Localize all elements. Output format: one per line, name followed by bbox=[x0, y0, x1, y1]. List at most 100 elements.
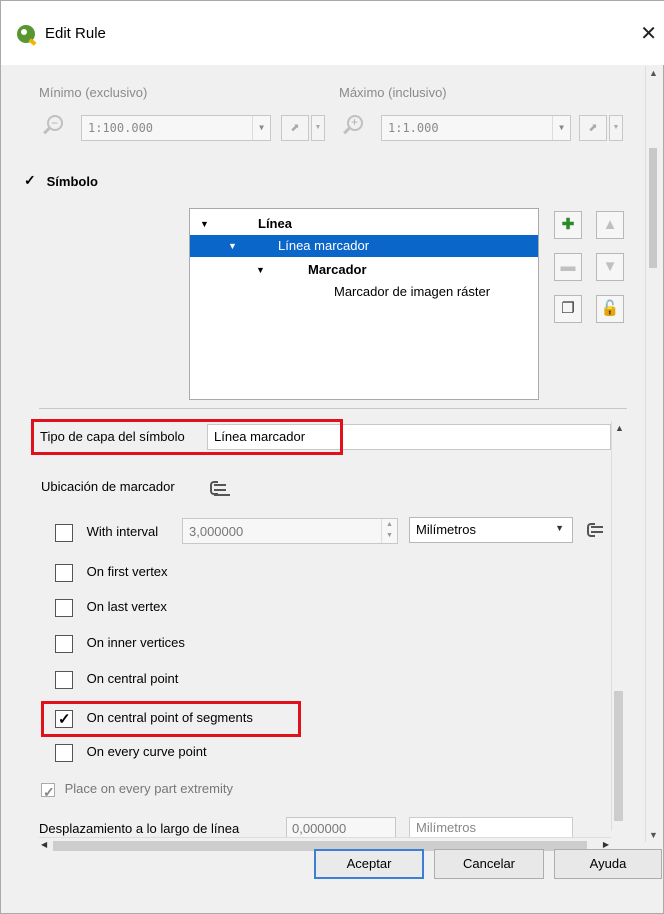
qgis-logo-icon bbox=[17, 25, 35, 43]
scroll-down-icon[interactable]: ▼ bbox=[649, 830, 658, 840]
properties-scrollbar[interactable]: ▲ bbox=[611, 421, 625, 831]
with-interval-option[interactable]: With interval bbox=[55, 521, 158, 543]
place-every-part-option[interactable]: Place on every part extremity bbox=[41, 778, 233, 803]
option-label: On last vertex bbox=[86, 599, 167, 614]
interval-unit-combo[interactable]: Milímetros ▼ bbox=[409, 517, 573, 543]
splitter[interactable] bbox=[39, 408, 627, 409]
max-scale-label: Máximo (inclusivo) bbox=[339, 85, 447, 100]
on-first-vertex-checkbox[interactable] bbox=[55, 563, 73, 582]
on-inner-vertices-checkbox[interactable] bbox=[55, 634, 73, 653]
tree-item-linea-marcador[interactable]: ▼ Línea marcador bbox=[190, 235, 538, 257]
option-label: On inner vertices bbox=[86, 635, 185, 650]
dialog-vertical-scrollbar[interactable]: ▲ ▼ bbox=[645, 66, 660, 842]
offset-label: Desplazamiento a lo largo de línea bbox=[39, 821, 240, 836]
offset-value: 0,000000 bbox=[292, 821, 347, 836]
on-every-curve-point-checkbox[interactable] bbox=[55, 743, 73, 762]
arrow-down-icon: ▼ bbox=[602, 258, 618, 275]
offset-unit-value: Milímetros bbox=[416, 820, 476, 835]
min-scale-combo[interactable]: 1:100.000 ▼ bbox=[81, 115, 271, 141]
tree-item-label: Marcador de imagen ráster bbox=[334, 284, 491, 299]
title-bar: Edit Rule ✕ bbox=[1, 1, 664, 65]
add-layer-button[interactable]: ✚ bbox=[554, 211, 582, 239]
scroll-up-icon[interactable]: ▲ bbox=[649, 68, 658, 78]
on-central-point-option[interactable]: On central point bbox=[55, 668, 178, 690]
help-button[interactable]: Ayuda bbox=[554, 849, 662, 879]
with-interval-label: With interval bbox=[86, 524, 159, 539]
remove-icon: ▬ bbox=[560, 258, 576, 275]
symbol-checkbox-row[interactable]: Símbolo bbox=[23, 172, 98, 193]
duplicate-layer-button[interactable]: ❐ bbox=[554, 295, 582, 323]
expand-icon[interactable]: ▼ bbox=[256, 259, 265, 281]
on-last-vertex-checkbox[interactable] bbox=[55, 598, 73, 617]
interval-input[interactable]: 3,000000 ▲ ▼ bbox=[182, 518, 398, 544]
close-icon[interactable]: ✕ bbox=[640, 21, 657, 46]
on-every-curve-point-option[interactable]: On every curve point bbox=[55, 741, 207, 763]
tree-item-label: Línea marcador bbox=[278, 238, 370, 253]
max-scale-combo[interactable]: 1:1.000 ▼ bbox=[381, 115, 571, 141]
min-scale-value: 1:100.000 bbox=[88, 121, 154, 135]
chevron-down-icon[interactable]: ▼ bbox=[252, 116, 270, 140]
chevron-down-icon: ▼ bbox=[314, 124, 322, 131]
place-every-part-checkbox[interactable] bbox=[41, 781, 55, 803]
remove-layer-button[interactable]: ▬ bbox=[554, 253, 582, 281]
zoom-in-icon[interactable]: + bbox=[341, 113, 365, 139]
min-scale-menu-button[interactable]: ▼ bbox=[311, 115, 325, 141]
symbol-label: Símbolo bbox=[46, 174, 98, 190]
move-down-button[interactable]: ▼ bbox=[596, 253, 624, 281]
place-every-part-label: Place on every part extremity bbox=[64, 781, 233, 796]
symbol-checkbox[interactable] bbox=[23, 172, 37, 189]
option-label: On every curve point bbox=[86, 744, 207, 759]
min-scale-map-canvas-button[interactable]: ⬈ bbox=[281, 115, 309, 141]
add-icon: ✚ bbox=[561, 216, 575, 233]
edit-rule-dialog: Edit Rule ✕ ▲ ▼ Mínimo (exclusivo) Máxim… bbox=[0, 0, 664, 914]
scroll-right-icon[interactable]: ▶ bbox=[603, 840, 609, 849]
offset-input[interactable]: 0,000000 bbox=[286, 817, 396, 839]
move-up-button[interactable]: ▲ bbox=[596, 211, 624, 239]
data-defined-override-icon[interactable] bbox=[208, 479, 230, 497]
chevron-down-icon[interactable]: ▼ bbox=[552, 116, 570, 140]
expand-icon[interactable]: ▼ bbox=[200, 213, 209, 235]
tree-item-label: Marcador bbox=[308, 262, 367, 277]
ok-button[interactable]: Aceptar bbox=[314, 849, 424, 879]
on-central-point-checkbox[interactable] bbox=[55, 670, 73, 689]
cancel-button[interactable]: Cancelar bbox=[434, 849, 544, 879]
lock-icon: 🔓 bbox=[600, 300, 620, 317]
max-scale-menu-button[interactable]: ▼ bbox=[609, 115, 623, 141]
tree-item-linea[interactable]: ▼ Línea bbox=[190, 213, 538, 235]
tree-item-marcador[interactable]: ▼ Marcador bbox=[190, 259, 538, 281]
chevron-down-icon: ▼ bbox=[612, 124, 620, 131]
on-first-vertex-option[interactable]: On first vertex bbox=[55, 561, 168, 583]
expand-icon[interactable]: ▼ bbox=[228, 235, 237, 257]
spinner-icon[interactable]: ▲ ▼ bbox=[381, 519, 397, 543]
on-inner-vertices-option[interactable]: On inner vertices bbox=[55, 632, 185, 654]
max-scale-map-canvas-button[interactable]: ⬈ bbox=[579, 115, 607, 141]
min-scale-label: Mínimo (exclusivo) bbox=[39, 85, 148, 100]
cursor-icon: ⬈ bbox=[290, 122, 300, 134]
offset-unit-combo[interactable]: Milímetros bbox=[409, 817, 573, 839]
zoom-out-icon[interactable]: − bbox=[41, 113, 65, 139]
scrollbar-thumb[interactable] bbox=[614, 691, 623, 821]
highlight-box-central-segments bbox=[41, 701, 301, 737]
duplicate-icon: ❐ bbox=[561, 300, 575, 317]
symbol-layer-tree[interactable]: ▼ Línea ▼ Línea marcador ▼ Marcador Marc… bbox=[189, 208, 539, 400]
scroll-left-icon[interactable]: ◀ bbox=[41, 840, 47, 849]
arrow-up-icon: ▲ bbox=[602, 216, 618, 233]
cursor-icon: ⬈ bbox=[588, 122, 598, 134]
data-defined-override-icon[interactable] bbox=[585, 521, 607, 539]
scroll-up-icon[interactable]: ▲ bbox=[615, 423, 624, 433]
chevron-down-icon: ▼ bbox=[555, 523, 564, 533]
tree-item-marcador-imagen-raster[interactable]: Marcador de imagen ráster bbox=[190, 281, 538, 303]
option-label: On central point bbox=[86, 671, 179, 686]
on-last-vertex-option[interactable]: On last vertex bbox=[55, 596, 167, 618]
interval-unit-value: Milímetros bbox=[416, 522, 476, 537]
max-scale-value: 1:1.000 bbox=[388, 121, 439, 135]
lock-layer-button[interactable]: 🔓 bbox=[596, 295, 624, 323]
tree-item-label: Línea bbox=[258, 216, 292, 231]
interval-value: 3,000000 bbox=[189, 524, 244, 539]
scrollbar-thumb[interactable] bbox=[649, 148, 657, 268]
option-label: On first vertex bbox=[86, 564, 168, 579]
marker-placement-label: Ubicación de marcador bbox=[41, 479, 175, 494]
window-title: Edit Rule bbox=[45, 25, 106, 42]
highlight-box-type bbox=[31, 419, 343, 455]
with-interval-checkbox[interactable] bbox=[55, 523, 73, 542]
